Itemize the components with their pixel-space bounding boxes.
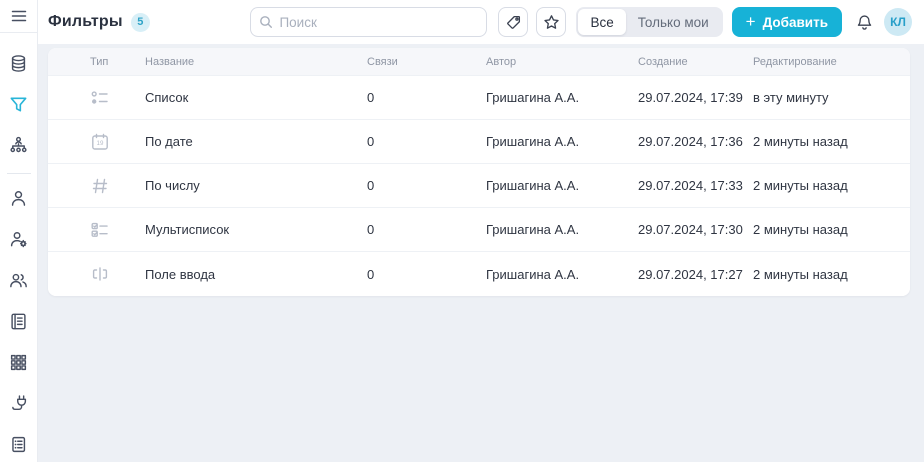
toggle-option-all[interactable]: Все <box>578 9 626 35</box>
app-window: Фильтры 5 Поиск Все Только мои + Добавит… <box>0 0 924 462</box>
top-bar: Фильтры 5 Поиск Все Только мои + Добавит… <box>38 0 924 44</box>
log-journal-icon <box>8 434 29 455</box>
edited-at: в эту минуту <box>753 90 829 105</box>
table-row[interactable]: 19 По дате 0 Гришагина А.А. 29.07.2024, … <box>48 120 910 164</box>
links-count: 0 <box>367 266 375 282</box>
add-button-label: Добавить <box>762 14 828 30</box>
author: Гришагина А.А. <box>486 90 580 105</box>
sidebar-divider <box>6 173 31 174</box>
org-structure-icon <box>8 135 29 156</box>
search-icon <box>259 15 273 29</box>
database-icon <box>8 53 29 74</box>
column-header-links: Связи <box>367 55 398 68</box>
ownership-toggle: Все Только мои <box>576 7 723 37</box>
links-count: 0 <box>367 178 375 193</box>
sidebar <box>0 0 38 462</box>
sidebar-item-filters[interactable] <box>0 86 38 122</box>
created-at: 29.07.2024, 17:36 <box>638 134 743 149</box>
author: Гришагина А.А. <box>486 222 580 237</box>
sidebar-item-user[interactable] <box>0 180 38 216</box>
star-icon <box>543 14 560 31</box>
page-title: Фильтры <box>48 13 123 30</box>
edited-at: 2 минуты назад <box>753 222 848 237</box>
author: Гришагина А.А. <box>486 178 580 193</box>
tags-filter-button[interactable] <box>498 7 529 37</box>
table-row[interactable]: По числу 0 Гришагина А.А. 29.07.2024, 17… <box>48 164 910 208</box>
sidebar-item-apps-grid[interactable] <box>0 344 38 380</box>
toggle-option-only-mine[interactable]: Только мои <box>626 9 721 35</box>
column-header-author: Автор <box>486 55 517 68</box>
favorites-filter-button[interactable] <box>536 7 567 37</box>
column-header-edited: Редактирование <box>753 55 837 68</box>
list-icon <box>90 88 110 108</box>
table-row[interactable]: Поле ввода 0 Гришагина А.А. 29.07.2024, … <box>48 252 910 296</box>
filter-name: По дате <box>145 134 193 149</box>
filter-name: Мультисписок <box>145 222 230 237</box>
filter-name: Поле ввода <box>145 266 216 282</box>
calendar-icon: 19 <box>90 132 110 152</box>
sidebar-item-integrations[interactable] <box>0 385 38 421</box>
created-at: 29.07.2024, 17:27 <box>638 266 743 282</box>
sidebar-item-database[interactable] <box>0 45 38 81</box>
column-header-name: Название <box>145 55 195 68</box>
edited-at: 2 минуты назад <box>753 178 848 193</box>
hamburger-icon <box>9 6 29 26</box>
search-box[interactable] <box>250 7 488 37</box>
content-area: Тип Название Связи Автор Создание Редакт… <box>38 44 924 462</box>
user-icon <box>8 188 29 209</box>
created-at: 29.07.2024, 17:39 <box>638 90 743 105</box>
sidebar-item-user-settings[interactable] <box>0 221 38 257</box>
sidebar-item-users-group[interactable] <box>0 262 38 298</box>
number-icon <box>90 176 110 196</box>
links-count: 0 <box>367 222 375 237</box>
links-count: 0 <box>367 134 375 149</box>
table-header-row: Тип Название Связи Автор Создание Редакт… <box>48 48 910 76</box>
user-gear-icon <box>8 229 29 250</box>
multilist-icon <box>90 220 110 240</box>
main-area: Фильтры 5 Поиск Все Только мои + Добавит… <box>38 0 924 462</box>
sidebar-item-log-journal[interactable] <box>0 426 38 462</box>
links-count: 0 <box>367 90 375 105</box>
filter-icon <box>8 94 29 115</box>
author: Гришагина А.А. <box>486 266 580 282</box>
author: Гришагина А.А. <box>486 134 580 149</box>
add-filter-button[interactable]: + Добавить <box>731 7 842 37</box>
tag-icon <box>505 14 522 31</box>
user-avatar[interactable]: КЛ <box>884 8 912 36</box>
column-header-created: Создание <box>638 55 688 68</box>
filters-count-badge: 5 <box>130 12 150 32</box>
created-at: 29.07.2024, 17:33 <box>638 178 743 193</box>
table-row[interactable]: Список 0 Гришагина А.А. 29.07.2024, 17:3… <box>48 76 910 120</box>
filter-name: По числу <box>145 178 200 193</box>
column-header-type: Тип <box>90 55 109 68</box>
svg-text:19: 19 <box>97 140 104 147</box>
notifications-button[interactable] <box>851 7 877 37</box>
users-group-icon <box>8 270 29 291</box>
edited-at: 2 минуты назад <box>753 266 848 282</box>
sidebar-item-handbook[interactable] <box>0 303 38 339</box>
created-at: 29.07.2024, 17:30 <box>638 222 743 237</box>
bell-icon <box>855 13 874 32</box>
plus-icon: + <box>745 11 756 31</box>
apps-grid-icon <box>8 352 29 373</box>
table-row[interactable]: Мультисписок 0 Гришагина А.А. 29.07.2024… <box>48 208 910 252</box>
handbook-icon <box>8 311 29 332</box>
menu-toggle-button[interactable] <box>0 1 38 31</box>
filters-table: Тип Название Связи Автор Создание Редакт… <box>48 48 910 296</box>
plug-icon <box>8 393 29 414</box>
sidebar-item-org-structure[interactable] <box>0 127 38 163</box>
search-input[interactable] <box>279 14 479 30</box>
input-icon <box>90 264 110 284</box>
filter-name: Список <box>145 90 189 105</box>
edited-at: 2 минуты назад <box>753 134 848 149</box>
